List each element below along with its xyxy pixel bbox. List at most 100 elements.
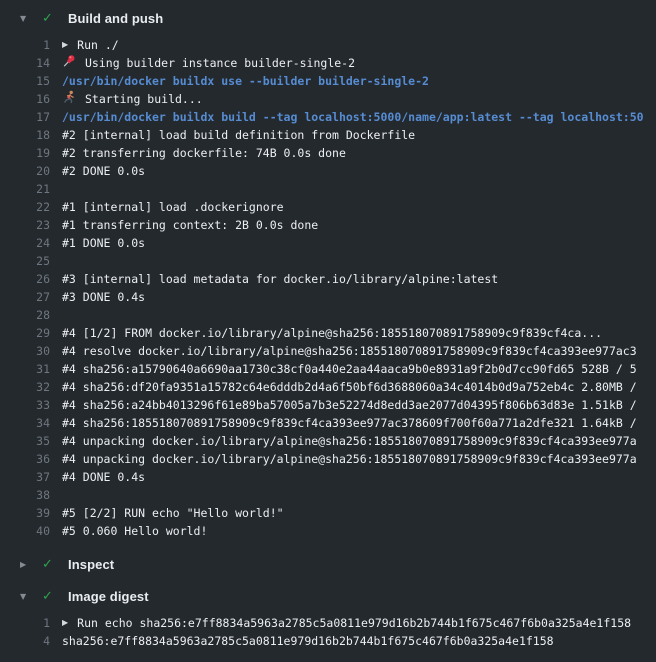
line-number[interactable]: 4: [0, 632, 50, 650]
line-number[interactable]: 24: [0, 234, 50, 252]
line-number[interactable]: 32: [0, 378, 50, 396]
log-text: #2 [internal] load build definition from…: [62, 126, 415, 144]
log-text: #4 DONE 0.4s: [62, 468, 145, 486]
line-number[interactable]: 28: [0, 306, 50, 324]
line-number[interactable]: 29: [0, 324, 50, 342]
line-number[interactable]: 36: [0, 450, 50, 468]
log-text-value: #2 DONE 0.0s: [62, 162, 145, 180]
log-text-value: #4 sha256:a15790640a6690aa1730c38cf0a440…: [62, 360, 637, 378]
log-text-value: #1 [internal] load .dockerignore: [62, 198, 284, 216]
log-text-value: #4 sha256:df20fa9351a15782c64e6dddb2d4a6…: [62, 378, 637, 396]
chevron-down-icon: ▼: [20, 14, 34, 23]
log-text: sha256:e7ff8834a5963a2785c5a0811e979d16b…: [62, 632, 554, 650]
line-number[interactable]: 40: [0, 522, 50, 540]
log-text: #4 sha256:a15790640a6690aa1730c38cf0a440…: [62, 360, 637, 378]
log-line: 4 sha256:e7ff8834a5963a2785c5a0811e979d16…: [0, 632, 656, 650]
log-text: #5 [2/2] RUN echo "Hello world!": [62, 504, 284, 522]
line-number[interactable]: 37: [0, 468, 50, 486]
log-lines: 1 ▶ Run ./14Using builder instance builder…: [0, 30, 656, 552]
line-number[interactable]: 1: [0, 614, 50, 632]
log-command-text: /usr/bin/docker buildx use --builder bui…: [62, 72, 429, 90]
section-build-and-push: ▼ ✓ Build and push 1 ▶ Run ./14Using builder …: [0, 6, 656, 552]
line-number[interactable]: 23: [0, 216, 50, 234]
log-line: 25: [0, 252, 656, 270]
section-header-inspect[interactable]: ▶ ✓ Inspect: [0, 552, 656, 576]
log-line: 16 Starting build...: [0, 90, 656, 108]
log-text: #3 DONE 0.4s: [62, 288, 145, 306]
line-number[interactable]: 17: [0, 108, 50, 126]
expand-run-icon[interactable]: ▶: [62, 614, 68, 632]
log-line: 38: [0, 486, 656, 504]
section-title: Inspect: [68, 557, 114, 572]
log-text-value: #5 0.060 Hello world!: [62, 522, 207, 540]
log-text: ▶Run echo sha256:e7ff8834a5963a2785c5a08…: [62, 614, 631, 632]
section-header-build-and-push[interactable]: ▼ ✓ Build and push: [0, 6, 656, 30]
line-number[interactable]: 20: [0, 162, 50, 180]
log-line: 39 #5 [2/2] RUN echo "Hello world!": [0, 504, 656, 522]
log-text: #1 DONE 0.0s: [62, 234, 145, 252]
line-number[interactable]: 16: [0, 90, 50, 108]
line-number[interactable]: 15: [0, 72, 50, 90]
log-text-value: /usr/bin/docker buildx build --tag local…: [62, 108, 644, 126]
log-text-value: #4 [1/2] FROM docker.io/library/alpine@s…: [62, 324, 602, 342]
log-line: 35 #4 unpacking docker.io/library/alpine@…: [0, 432, 656, 450]
log-text-value: #4 unpacking docker.io/library/alpine@sh…: [62, 432, 637, 450]
check-icon: ✓: [42, 589, 58, 604]
log-line: 20 #2 DONE 0.0s: [0, 162, 656, 180]
check-icon: ✓: [42, 557, 58, 572]
line-number[interactable]: 25: [0, 252, 50, 270]
log-line: 29 #4 [1/2] FROM docker.io/library/alpine…: [0, 324, 656, 342]
check-icon: ✓: [42, 11, 58, 26]
section-title: Image digest: [68, 589, 149, 604]
log-text-value: /usr/bin/docker buildx use --builder bui…: [62, 72, 429, 90]
log-line: 22 #1 [internal] load .dockerignore: [0, 198, 656, 216]
line-number[interactable]: 19: [0, 144, 50, 162]
log-line: 23 #1 transferring context: 2B 0.0s done: [0, 216, 656, 234]
log-line: 27 #3 DONE 0.4s: [0, 288, 656, 306]
section-title: Build and push: [68, 11, 163, 26]
line-number[interactable]: 22: [0, 198, 50, 216]
log-text-value: #2 [internal] load build definition from…: [62, 126, 415, 144]
line-number[interactable]: 26: [0, 270, 50, 288]
line-number[interactable]: 1: [0, 36, 50, 54]
log-line: 18 #2 [internal] load build definition fr…: [0, 126, 656, 144]
line-number[interactable]: 18: [0, 126, 50, 144]
line-number[interactable]: 35: [0, 432, 50, 450]
log-text: #4 unpacking docker.io/library/alpine@sh…: [62, 450, 637, 468]
line-number[interactable]: 39: [0, 504, 50, 522]
log-lines: 1 ▶Run echo sha256:e7ff8834a5963a2785c5a0…: [0, 608, 656, 662]
line-number[interactable]: 34: [0, 414, 50, 432]
log-text-value: Starting build...: [85, 90, 203, 108]
log-text-value: #4 resolve docker.io/library/alpine@sha2…: [62, 342, 637, 360]
section-header-image-digest[interactable]: ▼✓Image digest: [0, 584, 656, 608]
line-number[interactable]: 27: [0, 288, 50, 306]
log-line: 17/usr/bin/docker buildx build --tag loc…: [0, 108, 656, 126]
line-number[interactable]: 14: [0, 54, 50, 72]
log-text-value: #1 transferring context: 2B 0.0s done: [62, 216, 318, 234]
log-text: #4 [1/2] FROM docker.io/library/alpine@s…: [62, 324, 602, 342]
log-text-value: #1 DONE 0.0s: [62, 234, 145, 252]
log-text-value: #4 DONE 0.4s: [62, 468, 145, 486]
line-number[interactable]: 33: [0, 396, 50, 414]
line-number[interactable]: 38: [0, 486, 50, 504]
log-text: #2 transferring dockerfile: 74B 0.0s don…: [62, 144, 346, 162]
log-text-value: Run ./: [77, 36, 119, 54]
log-text: #4 sha256:df20fa9351a15782c64e6dddb2d4a6…: [62, 378, 637, 396]
log-line: 1 ▶ Run ./: [0, 36, 656, 54]
line-number[interactable]: 31: [0, 360, 50, 378]
log-line: 1 ▶Run echo sha256:e7ff8834a5963a2785c5a0…: [0, 614, 656, 632]
chevron-right-icon: ▶: [20, 560, 34, 569]
log-text-value: #4 sha256:a24bb4013296f61e89ba57005a7b3e…: [62, 396, 637, 414]
log-text-value: sha256:e7ff8834a5963a2785c5a0811e979d16b…: [62, 632, 554, 650]
pushpin-icon: [62, 54, 76, 72]
log-line: 37 #4 DONE 0.4s: [0, 468, 656, 486]
expand-run-icon[interactable]: ▶: [62, 36, 68, 54]
line-number[interactable]: 21: [0, 180, 50, 198]
log-text-value: #3 [internal] load metadata for docker.i…: [62, 270, 498, 288]
log-text: #2 DONE 0.0s: [62, 162, 145, 180]
log-text: Starting build...: [62, 90, 203, 108]
log-text-value: #2 transferring dockerfile: 74B 0.0s don…: [62, 144, 346, 162]
log-line: 14Using builder instance builder-single-…: [0, 54, 656, 72]
log-text: ▶ Run ./: [62, 36, 119, 54]
line-number[interactable]: 30: [0, 342, 50, 360]
